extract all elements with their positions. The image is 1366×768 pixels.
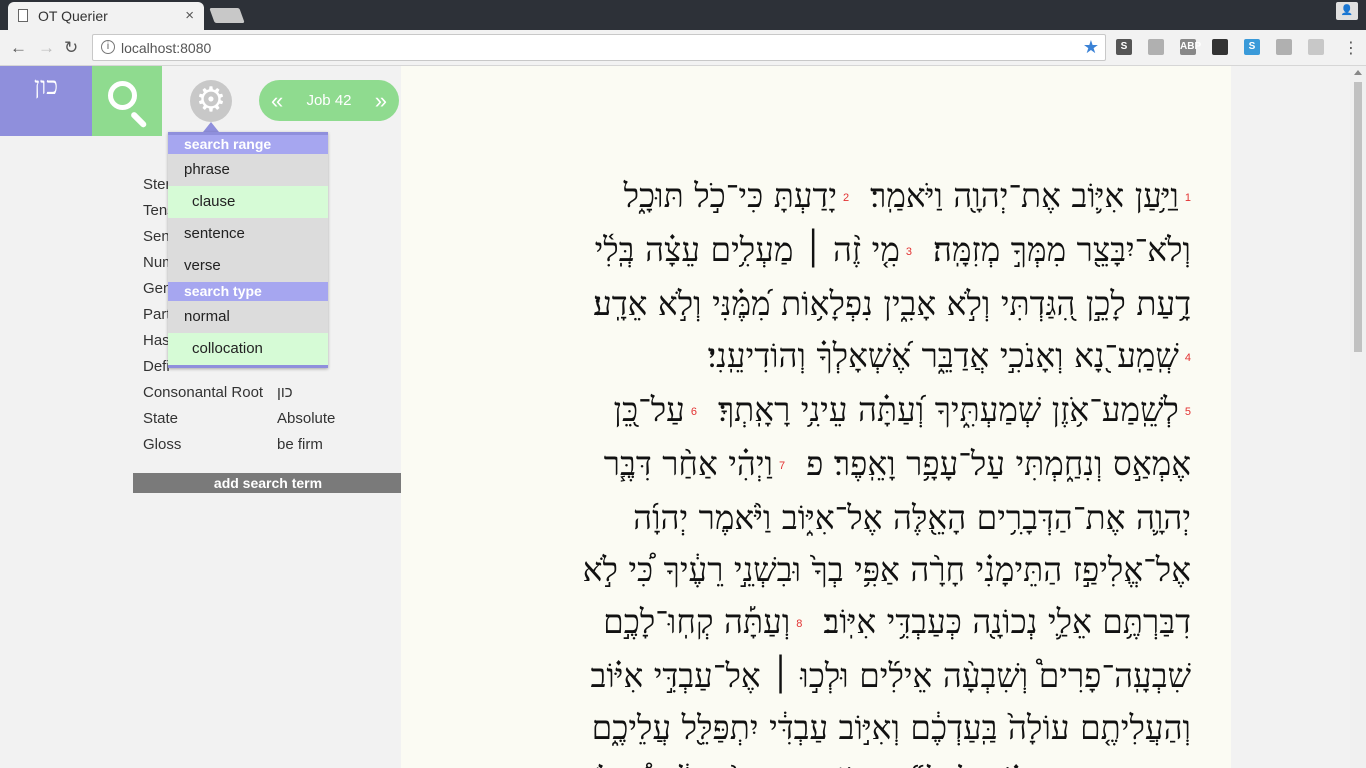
- text-line: יְהוָ֛ה אֶת־הַדְּבָרִ֥ים הָאֵ֖לֶּה אֶל־א…: [431, 492, 1191, 544]
- text-line: 5 לְשֵֽׁמַע־אֹ֥זֶן שְׁמַעְתִּ֑יךָ וְ֝עַתָ…: [431, 384, 1191, 438]
- verse-text[interactable]: אֶל־אֱלִיפַ֣ז הַתֵּימָנִ֗י חָרָ֨ה אַפִּ֥…: [583, 550, 1191, 589]
- verse-text[interactable]: מִ֤י זֶ֨ה ׀ מַעְלִ֥ים עֵצָ֗ה בְּֽלִ֫י: [595, 230, 900, 269]
- reading-panel: 1 וַיַּ֥עַן אִיּ֛וֹב אֶת־יְהוָ֖ה וַיֹּאמַ…: [401, 66, 1231, 768]
- verse-text[interactable]: יָדַעְתָּ כִּי־כֹ֣ל תּוּכָ֑ל: [624, 176, 837, 215]
- search-range-option-sentence[interactable]: sentence: [168, 218, 328, 250]
- reload-icon[interactable]: ↻: [64, 38, 78, 58]
- extension-icon[interactable]: [1212, 39, 1228, 55]
- verse-text[interactable]: שְֽׁמַֽע־נָ֭א וְאָנֹכִ֣י אֲדַבֵּ֑ר אֶ֝שְ…: [708, 336, 1179, 375]
- verse-text[interactable]: דִבַּרְתֶּ֥ם אֵלַ֛י נְכוֹנָ֖ה כְּעַבְדִּ…: [823, 602, 1191, 641]
- tab-title: OT Querier: [38, 8, 108, 24]
- search-type-option-collocation[interactable]: collocation: [168, 333, 328, 365]
- text-line: 4 שְֽׁמַֽע־נָ֭א וְאָנֹכִ֣י אֲדַבֵּ֑ר אֶ֝ש…: [431, 330, 1191, 384]
- search-icon-handle: [129, 110, 148, 129]
- verse-text[interactable]: וַיְהִ֗י אַחַ֨ר דִּבֶּ֧ר: [604, 444, 773, 483]
- attribute-row[interactable]: Consonantal Root כון: [143, 380, 403, 406]
- chapter-pager: Job 42 « »: [259, 80, 399, 121]
- scroll-up-arrow[interactable]: [1354, 70, 1362, 75]
- verse-text[interactable]: לְשֵֽׁמַע־אֹ֥זֶן שְׁמַעְתִּ֑יךָ וְ֝עַתָּ…: [718, 390, 1179, 429]
- chapter-text: 1 וַיַּ֥עַן אִיּ֛וֹב אֶת־יְהוָ֖ה וַיֹּאמַ…: [431, 170, 1191, 768]
- back-icon[interactable]: ←: [10, 38, 27, 58]
- text-line: אֶל־אֱלִיפַ֣ז הַתֵּימָנִ֗י חָרָ֨ה אַפִּ֥…: [431, 544, 1191, 596]
- scrollbar-thumb[interactable]: [1354, 82, 1362, 352]
- extension-icon[interactable]: ABP: [1180, 39, 1201, 55]
- text-line: אֶמְאַ֣ס וְנִחַ֑מְתִּי עַל־עָפָ֥ר וָאֵֽפ…: [431, 438, 1191, 492]
- attribute-value: Absolute: [277, 410, 336, 427]
- text-line: דִבַּרְתֶּ֥ם אֵלַ֛י נְכוֹנָ֖ה כְּעַבְדִּ…: [431, 596, 1191, 650]
- search-type-option-normal[interactable]: normal: [168, 301, 328, 333]
- text-line: כִּ֧י אִם־פָּנָ֣יו אֶשָּׂ֗א לְבִלְתִּ֞י …: [431, 754, 1191, 768]
- verse-text[interactable]: וַיַּ֥עַן אִיּ֛וֹב אֶת־יְהוָ֖ה וַיֹּאמַֽ…: [870, 176, 1179, 215]
- text-line: דָ֥עַת לָכֵ֣ן הִ֭גַּדְתִּי וְלֹ֣א אָבִ֑י…: [431, 278, 1191, 330]
- text-line: וְלֹא־יִבָּצֵ֖ר מִמְּךָ֣ מְזִמָּֽה׃ 3 מִ֤…: [431, 224, 1191, 278]
- verse-text[interactable]: דָ֥עַת לָכֵ֣ן הִ֭גַּדְתִּי וְלֹ֣א אָבִ֑י…: [593, 284, 1191, 323]
- attribute-value: be firm: [277, 436, 323, 453]
- browser-toolbar: ← → ↻ i localhost:8080 ★ S ABP S ⋮: [0, 30, 1366, 66]
- search-button[interactable]: [92, 66, 162, 136]
- attribute-value: כון: [277, 384, 293, 401]
- verse-number[interactable]: 2: [843, 192, 849, 204]
- search-range-option-clause[interactable]: clause: [168, 186, 328, 218]
- extension-icon[interactable]: S: [1116, 39, 1132, 55]
- search-range-header: search range: [168, 135, 328, 154]
- verse-number[interactable]: 5: [1185, 406, 1191, 418]
- text-line: וְהַעֲלִיתֶ֤ם עוֹלָה֙ בַּֽעַדְכֶ֔ם וְאִי…: [431, 702, 1191, 754]
- browser-tab-bar: OT Querier × 👤: [0, 0, 1366, 30]
- profile-icon[interactable]: 👤: [1336, 2, 1358, 20]
- search-type-header: search type: [168, 282, 328, 301]
- search-word-tile[interactable]: כון: [0, 66, 92, 136]
- verse-text[interactable]: שִׁבְעָֽה־פָרִים֩ וְשִׁבְעָ֨ה אֵילִ֜ים ו…: [590, 656, 1191, 695]
- search-range-option-verse[interactable]: verse: [168, 250, 328, 282]
- dropdown-caret: [203, 122, 219, 132]
- attribute-key: State: [143, 410, 179, 427]
- previous-chapter-button[interactable]: «: [271, 88, 283, 114]
- verse-number[interactable]: 1: [1185, 192, 1191, 204]
- attribute-key: Consonantal Root: [143, 384, 264, 401]
- verse-number[interactable]: 8: [796, 618, 802, 630]
- verse-text[interactable]: יְהוָ֛ה אֶת־הַדְּבָרִ֥ים הָאֵ֖לֶּה אֶל־א…: [633, 498, 1191, 537]
- url-text[interactable]: localhost:8080: [121, 40, 211, 56]
- extension-icon[interactable]: [1308, 39, 1324, 55]
- extension-icon[interactable]: S: [1244, 39, 1260, 55]
- address-bar[interactable]: i localhost:8080 ★: [92, 34, 1106, 61]
- verse-number[interactable]: 7: [779, 460, 785, 472]
- page-icon: [18, 9, 28, 22]
- bookmark-star-icon[interactable]: ★: [1083, 37, 1099, 58]
- verse-text[interactable]: כִּ֧י אִם־פָּנָ֣יו אֶשָּׂ֗א לְבִלְתִּ֞י …: [579, 760, 1191, 768]
- text-line: 1 וַיַּ֥עַן אִיּ֛וֹב אֶת־יְהוָ֖ה וַיֹּאמַ…: [431, 170, 1191, 224]
- settings-gear-icon[interactable]: ⚙: [190, 80, 232, 122]
- search-range-option-phrase[interactable]: phrase: [168, 154, 328, 186]
- new-tab-button[interactable]: [209, 8, 245, 23]
- verse-text[interactable]: וְעַתָּ֡ה קְחֽוּ־לָכֶ֣ם: [603, 602, 790, 641]
- verse-text[interactable]: וְהַעֲלִיתֶ֤ם עוֹלָה֙ בַּֽעַדְכֶ֔ם וְאִי…: [592, 708, 1191, 747]
- settings-dropdown: search range phrase clause sentence verse sea…: [168, 132, 328, 368]
- info-icon[interactable]: i: [101, 40, 115, 54]
- extension-icon[interactable]: [1276, 39, 1292, 55]
- attribute-row[interactable]: Gloss be firm: [143, 432, 403, 458]
- search-icon: [108, 81, 137, 110]
- attribute-key: Gloss: [143, 436, 182, 453]
- attribute-key: Has: [143, 332, 170, 349]
- next-chapter-button[interactable]: »: [375, 88, 387, 114]
- add-search-term-button[interactable]: add search term: [133, 473, 403, 493]
- attribute-row[interactable]: State Absolute: [143, 406, 403, 432]
- verse-text[interactable]: אֶמְאַ֣ס וְנִחַ֑מְתִּי עַל־עָפָ֥ר וָאֵֽפ…: [806, 444, 1191, 483]
- extension-icon[interactable]: [1148, 39, 1164, 55]
- attribute-key: Defi: [143, 358, 170, 375]
- verse-number[interactable]: 4: [1185, 352, 1191, 364]
- verse-number[interactable]: 3: [906, 246, 912, 258]
- text-line: שִׁבְעָֽה־פָרִים֩ וְשִׁבְעָ֨ה אֵילִ֜ים ו…: [431, 650, 1191, 702]
- menu-icon[interactable]: ⋮: [1343, 38, 1359, 58]
- forward-icon[interactable]: →: [38, 38, 55, 58]
- verse-number[interactable]: 6: [691, 406, 697, 418]
- verse-text[interactable]: וְלֹא־יִבָּצֵ֖ר מִמְּךָ֣ מְזִמָּֽה׃: [933, 230, 1191, 269]
- attribute-key: Part: [143, 306, 171, 323]
- browser-tab[interactable]: OT Querier ×: [8, 2, 204, 30]
- search-word-label: כון: [34, 72, 58, 100]
- page-scrollbar[interactable]: [1350, 66, 1366, 768]
- app-page: כון ⚙ Job 42 « » StemTenseleSenseNumberG…: [0, 66, 1366, 768]
- verse-text[interactable]: עַל־כֵּ֭ן: [614, 390, 685, 429]
- tab-close-icon[interactable]: ×: [185, 7, 194, 24]
